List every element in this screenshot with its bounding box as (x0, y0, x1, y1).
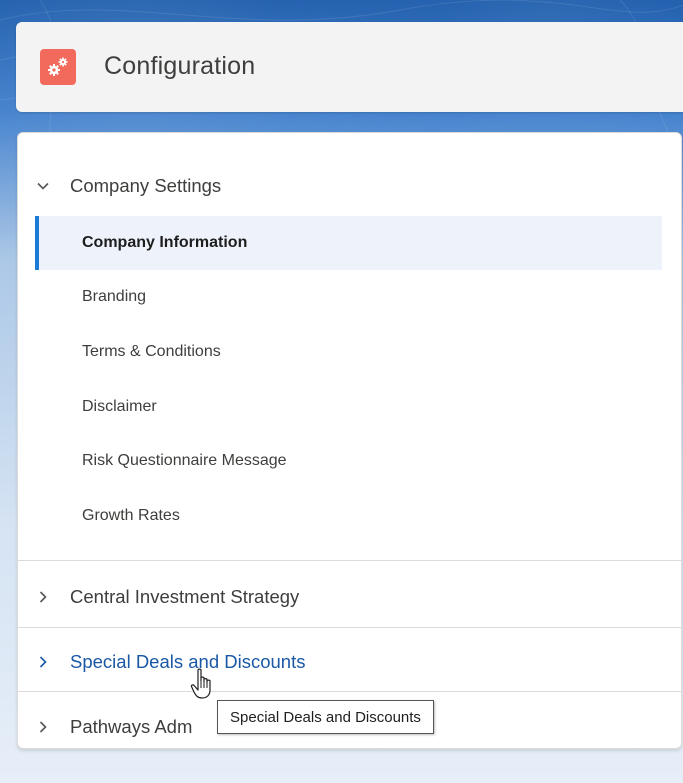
nav-item-company-information[interactable]: Company Information (35, 216, 662, 270)
page-title: Configuration (104, 52, 256, 80)
section-divider (18, 627, 681, 628)
section-label: Special Deals and Discounts (70, 651, 306, 672)
nav-item-label: Growth Rates (82, 507, 180, 524)
nav-item-risk-questionnaire-message[interactable]: Risk Questionnaire Message (35, 434, 662, 488)
section-label: Central Investment Strategy (70, 586, 300, 607)
nav-item-label: Terms & Conditions (82, 343, 221, 360)
tooltip: Special Deals and Discounts (217, 700, 434, 734)
nav-item-label: Risk Questionnaire Message (82, 452, 287, 469)
chevron-down-icon (37, 182, 49, 190)
section-divider (18, 560, 681, 561)
section-special-deals-and-discounts[interactable]: Special Deals and Discounts (18, 636, 681, 688)
nav-item-label: Branding (82, 288, 147, 305)
gears-icon (40, 49, 76, 85)
chevron-right-icon (39, 591, 47, 603)
section-label: Pathways Adm (70, 716, 193, 737)
section-company-settings[interactable]: Company Settings (18, 160, 681, 212)
section-central-investment-strategy[interactable]: Central Investment Strategy (18, 571, 681, 623)
nav-item-label: Company Information (82, 234, 248, 251)
page-header: Configuration (16, 22, 683, 112)
nav-item-growth-rates[interactable]: Growth Rates (35, 489, 662, 543)
nav-item-branding[interactable]: Branding (35, 270, 662, 324)
configuration-nav: Company Settings Company Information Bra… (17, 132, 682, 749)
section-label: Company Settings (70, 175, 222, 196)
nav-item-terms-conditions[interactable]: Terms & Conditions (35, 325, 662, 379)
section-divider (18, 691, 681, 692)
hand-pointer-cursor-icon (190, 668, 211, 699)
chevron-right-icon (39, 656, 47, 668)
nav-item-label: Disclaimer (82, 398, 157, 415)
nav-item-disclaimer[interactable]: Disclaimer (35, 380, 662, 434)
chevron-right-icon (39, 721, 47, 733)
